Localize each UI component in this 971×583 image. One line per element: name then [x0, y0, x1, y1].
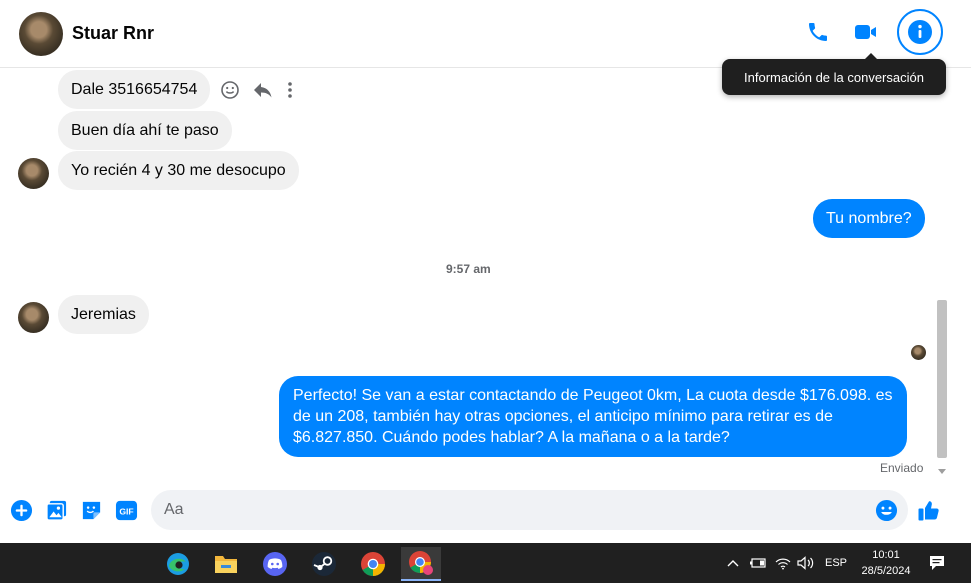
scrollbar-thumb[interactable]	[937, 300, 947, 458]
video-icon[interactable]	[849, 15, 883, 49]
message-input[interactable]: Aa	[151, 490, 908, 530]
info-icon	[908, 20, 932, 44]
messages-scrollbar[interactable]	[934, 68, 950, 478]
seen-avatar	[911, 345, 926, 360]
message-bubble[interactable]: Buen día ahí te paso	[58, 111, 232, 150]
message-actions	[220, 80, 294, 100]
delivery-status: Enviado	[880, 461, 924, 475]
wifi-icon[interactable]	[775, 556, 791, 570]
message-timestamp: 9:57 am	[446, 262, 491, 276]
contact-avatar-small	[18, 158, 49, 189]
conversation-header: Stuar Rnr	[0, 0, 971, 68]
chrome-profile-icon[interactable]	[401, 547, 441, 581]
header-actions	[801, 9, 943, 55]
reply-icon[interactable]	[252, 80, 274, 100]
notifications-icon[interactable]	[928, 554, 946, 577]
steam-icon[interactable]	[304, 547, 344, 581]
phone-icon[interactable]	[801, 15, 835, 49]
message-bubble[interactable]: Yo recién 4 y 30 me desocupo	[58, 151, 299, 190]
message-bubble-sent[interactable]: Tu nombre?	[813, 199, 925, 238]
language-indicator[interactable]: ESP	[825, 557, 847, 569]
gif-icon[interactable]: GIF	[114, 498, 138, 522]
message-line: de un 208, también hay otras opciones, e…	[293, 408, 833, 425]
discord-icon[interactable]	[255, 547, 295, 581]
contact-avatar-small	[18, 302, 49, 333]
like-icon[interactable]	[917, 498, 941, 522]
message-composer: GIF Aa	[0, 488, 971, 534]
more-options-icon[interactable]	[286, 80, 294, 100]
volume-icon[interactable]	[797, 556, 815, 570]
message-line: Perfecto! Se van a estar contactando de …	[293, 387, 893, 404]
gif-label: GIF	[119, 506, 133, 516]
system-tray: ESP	[727, 543, 847, 583]
contact-name[interactable]: Stuar Rnr	[72, 23, 154, 44]
message-bubble[interactable]: Dale 3516654754	[58, 70, 211, 109]
windows-taskbar: ESP 10:01 28/5/2024	[0, 543, 971, 583]
messenger-window: Stuar Rnr Información de la conversación…	[0, 0, 971, 543]
plus-icon[interactable]	[9, 498, 33, 522]
edge-icon[interactable]	[158, 547, 198, 581]
info-button[interactable]	[897, 9, 943, 55]
sticker-icon[interactable]	[79, 498, 103, 522]
message-line: $6.827.850. Cuándo podes hablar? A la ma…	[293, 429, 730, 446]
info-tooltip: Información de la conversación	[722, 53, 946, 95]
battery-icon[interactable]	[749, 556, 767, 570]
clock-time: 10:01	[872, 549, 900, 561]
emoji-reaction-icon[interactable]	[220, 80, 240, 100]
chrome-icon[interactable]	[353, 547, 393, 581]
chevron-up-icon[interactable]	[727, 558, 739, 568]
file-explorer-icon[interactable]	[206, 547, 246, 581]
scroll-down-arrow[interactable]	[938, 469, 946, 474]
message-bubble[interactable]: Jeremias	[58, 295, 149, 334]
contact-avatar[interactable]	[19, 11, 63, 56]
message-bubble-sent[interactable]: Perfecto! Se van a estar contactando de …	[279, 376, 907, 457]
image-icon[interactable]	[44, 498, 68, 522]
system-clock[interactable]: 10:01 28/5/2024	[856, 547, 916, 579]
clock-date: 28/5/2024	[861, 565, 911, 577]
emoji-icon[interactable]	[874, 498, 898, 522]
